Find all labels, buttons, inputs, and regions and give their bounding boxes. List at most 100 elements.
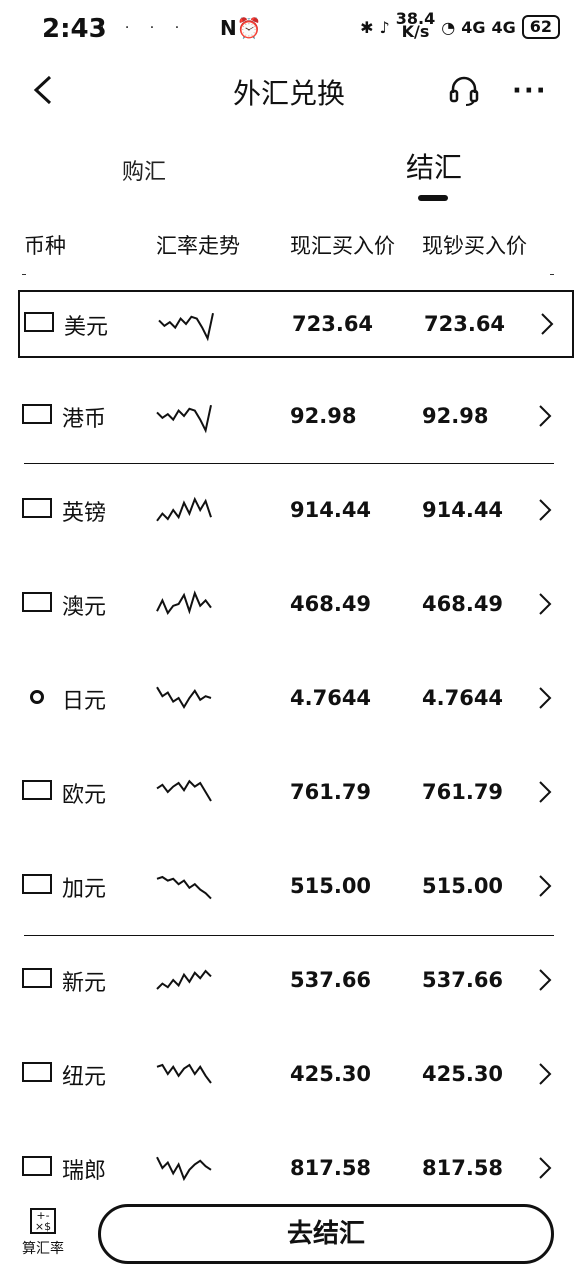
calc-rate-button[interactable]: +-×$ 算汇率 bbox=[18, 1208, 68, 1258]
trend-line bbox=[156, 404, 212, 434]
chevron-right-icon[interactable] bbox=[538, 780, 552, 804]
calc-rate-label: 算汇率 bbox=[22, 1241, 64, 1257]
currency-row[interactable]: 瑞郎 817.58 817.58 bbox=[18, 1136, 574, 1204]
currency-name: 英镑 bbox=[62, 501, 107, 526]
cash-buy-price: 4.7644 bbox=[422, 686, 504, 710]
status-right: ✱ ♪ 38.4 K/s ◔ 4G 4G 62 bbox=[360, 11, 560, 41]
trend-sparkline bbox=[156, 686, 212, 709]
trend-line bbox=[156, 969, 212, 990]
trend-line bbox=[156, 875, 212, 900]
eu-flag-icon bbox=[22, 780, 52, 800]
separator-tick bbox=[22, 274, 26, 275]
calculator-icon: +-×$ bbox=[30, 1208, 56, 1234]
currency-name: 日元 bbox=[62, 689, 107, 714]
row-divider bbox=[24, 935, 554, 936]
cash-buy-price: 761.79 bbox=[422, 780, 504, 804]
wifi-icon: ◔ bbox=[441, 17, 456, 37]
currency-name: 纽元 bbox=[62, 1065, 107, 1090]
ch-flag-icon bbox=[22, 1156, 52, 1176]
currency-row[interactable]: 港币 92.98 92.98 bbox=[18, 384, 574, 452]
currency-row[interactable]: 欧元 761.79 761.79 bbox=[18, 760, 574, 828]
trend-sparkline bbox=[156, 496, 212, 522]
chevron-right-icon[interactable] bbox=[538, 968, 552, 992]
currency-name: 瑞郎 bbox=[62, 1159, 107, 1184]
spot-buy-price: 723.64 bbox=[292, 312, 374, 336]
us-flag-icon bbox=[24, 312, 54, 332]
currency-name: 美元 bbox=[64, 315, 109, 340]
nfc-alarm-icon: N⏰ bbox=[220, 16, 262, 40]
nz-flag-icon bbox=[22, 1062, 52, 1082]
trend-line bbox=[156, 779, 212, 802]
currency-name: 欧元 bbox=[62, 783, 107, 808]
mute-icon: ♪ bbox=[379, 17, 390, 37]
status-time: 2:43 bbox=[42, 14, 107, 44]
chevron-right-icon[interactable] bbox=[538, 1062, 552, 1086]
col-spot-buy: 现汇买入价 bbox=[290, 234, 395, 258]
bluetooth-icon: ✱ bbox=[360, 17, 374, 37]
chevron-right-icon[interactable] bbox=[538, 874, 552, 898]
spot-buy-price: 537.66 bbox=[290, 968, 372, 992]
ca-flag-icon bbox=[22, 874, 52, 894]
trend-sparkline bbox=[156, 590, 212, 615]
trend-sparkline bbox=[156, 875, 212, 900]
au-flag-icon bbox=[22, 592, 52, 612]
spot-buy-price: 515.00 bbox=[290, 874, 372, 898]
currency-name: 澳元 bbox=[62, 595, 107, 620]
chevron-right-icon[interactable] bbox=[538, 592, 552, 616]
spot-buy-price: 92.98 bbox=[290, 404, 357, 428]
cash-buy-price: 468.49 bbox=[422, 592, 504, 616]
tab-buy[interactable]: 购汇 bbox=[122, 154, 166, 186]
trend-sparkline bbox=[156, 404, 212, 434]
currency-name: 港币 bbox=[62, 407, 107, 432]
signal-1-icon: 4G bbox=[461, 17, 486, 37]
currency-name: 加元 bbox=[62, 877, 107, 902]
chevron-right-icon[interactable] bbox=[538, 1156, 552, 1180]
spot-buy-price: 817.58 bbox=[290, 1156, 372, 1180]
col-trend: 汇率走势 bbox=[156, 234, 240, 258]
trend-line bbox=[156, 590, 212, 615]
settle-button[interactable]: 去结汇 bbox=[98, 1204, 554, 1264]
separator-tick bbox=[550, 274, 554, 275]
cash-buy-price: 425.30 bbox=[422, 1062, 504, 1086]
chevron-right-icon[interactable] bbox=[538, 686, 552, 710]
status-bar: 2:43 · · · · N⏰ ✱ ♪ 38.4 K/s ◔ 4G 4G 62 bbox=[0, 0, 578, 58]
chevron-right-icon[interactable] bbox=[540, 312, 554, 336]
spot-buy-price: 761.79 bbox=[290, 780, 372, 804]
currency-name: 新元 bbox=[62, 971, 107, 996]
trend-sparkline bbox=[156, 969, 212, 990]
sg-flag-icon bbox=[22, 968, 52, 988]
trend-sparkline bbox=[156, 1063, 212, 1084]
currency-row[interactable]: 新元 537.66 537.66 bbox=[18, 948, 574, 1016]
chevron-right-icon[interactable] bbox=[538, 498, 552, 522]
chevron-right-icon[interactable] bbox=[538, 404, 552, 428]
cash-buy-price: 515.00 bbox=[422, 874, 504, 898]
currency-row[interactable]: 英镑 914.44 914.44 bbox=[18, 478, 574, 546]
col-cash-buy: 现钞买入价 bbox=[422, 234, 527, 258]
trend-line bbox=[156, 686, 212, 709]
spot-buy-price: 4.7644 bbox=[290, 686, 372, 710]
currency-row[interactable]: 加元 515.00 515.00 bbox=[18, 854, 574, 922]
customer-service-icon[interactable] bbox=[448, 75, 480, 107]
trend-line bbox=[158, 312, 214, 342]
currency-row[interactable]: 日元 4.7644 4.7644 bbox=[18, 666, 574, 734]
cash-buy-price: 914.44 bbox=[422, 498, 504, 522]
trend-sparkline bbox=[156, 1156, 212, 1182]
hk-flag-icon bbox=[22, 404, 52, 424]
notification-icons: · · · · bbox=[100, 20, 188, 36]
currency-row[interactable]: 美元 723.64 723.64 bbox=[18, 290, 574, 358]
tab-sell[interactable]: 结汇 bbox=[406, 146, 462, 186]
uk-flag-icon bbox=[22, 498, 52, 518]
signal-2-icon: 4G bbox=[491, 17, 516, 37]
currency-row[interactable]: 纽元 425.30 425.30 bbox=[18, 1042, 574, 1110]
battery-icon: 62 bbox=[521, 15, 560, 39]
trend-sparkline bbox=[156, 779, 212, 802]
page-title: 外汇兑换 bbox=[232, 77, 345, 110]
currency-row[interactable]: 澳元 468.49 468.49 bbox=[18, 572, 574, 640]
spot-buy-price: 425.30 bbox=[290, 1062, 372, 1086]
net-speed-unit: K/s bbox=[401, 22, 430, 41]
more-icon[interactable]: ··· bbox=[512, 76, 548, 106]
spot-buy-price: 914.44 bbox=[290, 498, 372, 522]
trend-line bbox=[156, 1063, 212, 1084]
spot-buy-price: 468.49 bbox=[290, 592, 372, 616]
trend-line bbox=[156, 496, 212, 522]
